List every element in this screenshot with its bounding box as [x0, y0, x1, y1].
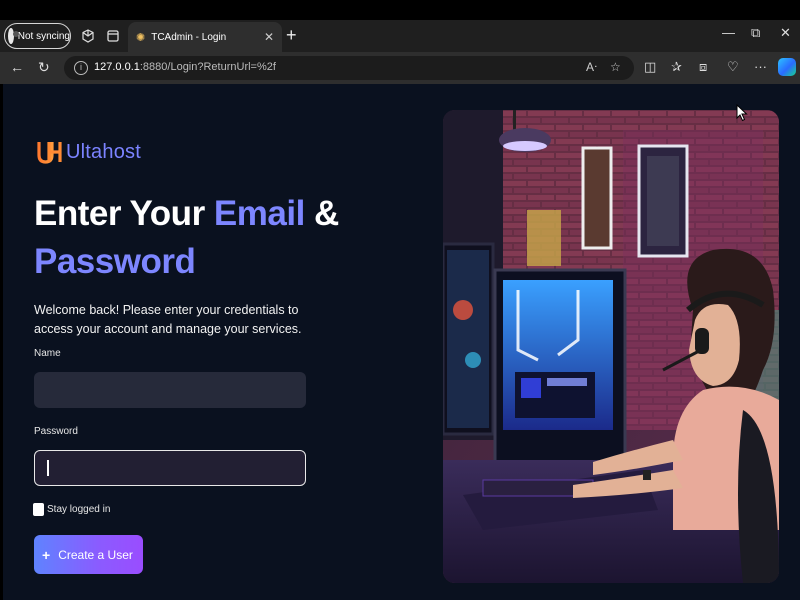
browser-essentials-icon[interactable]: ♡: [727, 59, 739, 75]
browser-tab-bar: Not syncing ✺ TCAdmin - Login ✕ + — ⧉ ✕: [0, 20, 800, 52]
stay-logged-in-row[interactable]: Stay logged in: [33, 503, 110, 516]
hero-image: [443, 110, 779, 583]
favicon-icon: ✺: [136, 31, 146, 44]
collections-icon[interactable]: ⧈: [699, 59, 707, 75]
read-aloud-icon[interactable]: Aᐧ: [586, 60, 597, 74]
heading-accent-email: Email: [213, 194, 305, 233]
profile-button[interactable]: Not syncing: [4, 23, 71, 49]
create-user-button[interactable]: + Create a User: [34, 535, 143, 574]
screen: Not syncing ✺ TCAdmin - Login ✕ + — ⧉ ✕ …: [0, 0, 800, 600]
logo-text: Ultahost: [66, 140, 141, 163]
favorite-icon[interactable]: ☆: [610, 60, 621, 74]
reload-icon[interactable]: ↻: [38, 59, 50, 76]
profile-label: Not syncing: [17, 30, 70, 42]
close-tab-icon[interactable]: ✕: [264, 30, 274, 44]
create-user-label: Create a User: [58, 547, 133, 562]
site-info-icon[interactable]: i: [74, 61, 88, 75]
name-label: Name: [34, 348, 61, 359]
minimize-icon[interactable]: —: [722, 25, 735, 40]
stay-logged-in-label: Stay logged in: [47, 504, 111, 515]
back-icon[interactable]: ←: [10, 59, 24, 75]
active-tab[interactable]: ✺ TCAdmin - Login ✕: [128, 22, 282, 52]
url-text: 127.0.0.1:8880/Login?ReturnUrl=%2f: [94, 61, 276, 73]
login-page: Ultahost Enter Your Email & Password Wel…: [3, 84, 800, 600]
workspaces-icon[interactable]: [79, 27, 97, 45]
welcome-text: Welcome back! Please enter your credenti…: [34, 303, 302, 336]
split-screen-icon[interactable]: ◫: [644, 59, 656, 75]
tab-title: TCAdmin - Login: [151, 31, 227, 43]
close-window-icon[interactable]: ✕: [780, 25, 791, 41]
page-title: Enter Your Email & Password: [34, 194, 339, 281]
copilot-icon[interactable]: [778, 58, 796, 76]
ultahost-logo-icon: [36, 138, 64, 166]
browser-toolbar: ← ↻ i 127.0.0.1:8880/Login?ReturnUrl=%2f…: [0, 52, 800, 84]
text-caret: [47, 460, 49, 476]
mouse-cursor-icon: [736, 103, 748, 127]
plus-icon: +: [42, 546, 51, 563]
stay-logged-in-checkbox[interactable]: [33, 503, 44, 516]
tab-actions-icon[interactable]: [104, 27, 122, 45]
restore-icon[interactable]: ⧉: [751, 25, 760, 41]
heading-accent-password: Password: [34, 242, 196, 281]
favorites-icon[interactable]: ✰: [671, 59, 682, 75]
password-input[interactable]: [34, 450, 306, 486]
address-bar[interactable]: i 127.0.0.1:8880/Login?ReturnUrl=%2f Aᐧ …: [64, 56, 634, 80]
profile-avatar-icon: [8, 28, 19, 44]
new-tab-icon[interactable]: +: [286, 25, 297, 46]
password-label: Password: [34, 426, 78, 437]
name-input[interactable]: [34, 372, 306, 408]
more-icon[interactable]: ···: [754, 59, 767, 74]
ultahost-logo[interactable]: Ultahost: [36, 138, 141, 166]
